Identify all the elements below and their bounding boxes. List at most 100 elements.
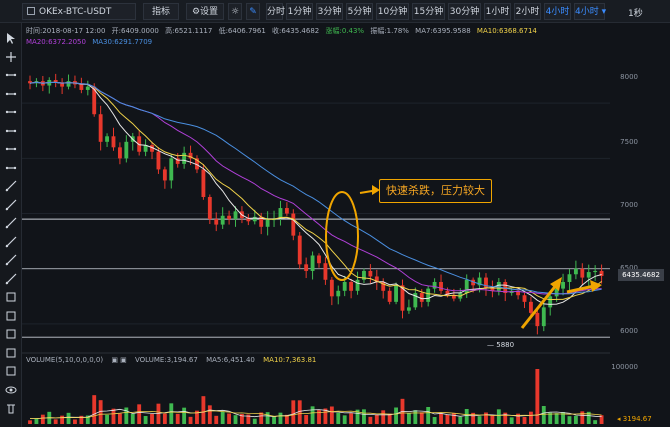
volume-bar [73,419,77,424]
candle-body [98,114,103,142]
volume-settings-icon[interactable]: ▣ ▣ [111,356,126,364]
candle-body [162,169,167,181]
ohlc-ma10: MA10:6368.6714 [476,27,537,35]
ohlc-time: 时间:2018-08-17 12:00 [26,27,106,35]
indicator-label: 指标 [151,7,170,17]
ohlc-low: 低:6406.7961 [218,27,266,35]
trash-icon[interactable] [4,401,18,415]
ohlc-change: 涨幅:0.43% [325,27,365,35]
indicator-button[interactable]: 指标 [143,3,179,20]
sun-icon: ☼ [230,7,240,17]
interval-3[interactable]: 5分钟 [346,3,373,20]
symbol-selector[interactable]: OKEx-BTC-USDT [22,3,136,20]
volume-bar [580,411,585,424]
volume-bar [28,420,32,424]
candle-body [182,152,187,164]
candle-body [349,281,354,291]
interval-7[interactable]: 1小时 [484,3,511,20]
volume-bar [252,418,257,424]
candle-body [105,136,109,142]
candle-body [439,281,443,291]
volume-bar [304,415,309,424]
parallel-channel-icon[interactable] [4,142,18,156]
candle-body [342,281,347,291]
interval-0[interactable]: 分时 [266,3,285,20]
candle-body [169,158,174,181]
ray-icon[interactable] [4,87,18,101]
gann-icon[interactable] [4,253,18,267]
ma30-line [29,81,602,295]
crosshair-icon[interactable] [4,50,18,64]
volume-bar [182,407,187,424]
ohlc-amplitude: 振幅:1.78% [370,27,409,35]
interval-4[interactable]: 10分钟 [376,3,409,20]
refresh-interval[interactable]: 1秒 [628,6,643,19]
candle-body [207,197,212,220]
volume-bar [34,418,39,424]
volume-bar [201,396,206,424]
volume-bar [522,417,527,424]
text-icon[interactable] [4,346,18,360]
pitchfork-icon[interactable] [4,235,18,249]
trend-line-icon[interactable] [4,179,18,193]
symbol-label: OKEx-BTC-USDT [39,7,112,17]
wave-icon[interactable] [4,272,18,286]
volume-ma10: MA10:7,363.81 [263,356,317,364]
candle-body [580,268,585,278]
price-chart[interactable] [22,46,610,427]
price-line-icon[interactable] [4,161,18,175]
volume-bar [233,415,238,424]
cursor-icon[interactable] [4,31,18,45]
volume-bar [207,405,212,424]
volume-bar [111,408,116,424]
volume-bar [143,416,148,424]
theme-toggle-button[interactable]: ☼ [228,3,242,20]
low-marker: — 5880 [487,341,515,349]
candle-body [541,307,546,327]
horizontal-line-icon[interactable] [4,105,18,119]
volume-indicator-label: VOLUME(5,10,0,0,0,0) [26,356,104,364]
settings-button[interactable]: ⚙设置 [186,3,224,20]
interval-5[interactable]: 15分钟 [412,3,445,20]
interval-8[interactable]: 2小时 [514,3,541,20]
ma20-value: MA20:6372.2050 [26,38,86,46]
ellipse-icon[interactable] [4,327,18,341]
interval-1[interactable]: 1分钟 [286,3,313,20]
eye-icon[interactable] [4,383,18,397]
drawing-toolbar [0,23,22,427]
vertical-line-icon[interactable] [4,124,18,138]
volume-bar [541,406,546,424]
candle-body [233,211,238,220]
volume-bar [419,412,424,424]
candle-body [336,290,341,297]
pattern-icon[interactable] [4,290,18,304]
magnet-icon[interactable] [4,364,18,378]
volume-bar [458,416,463,424]
volume-bar [124,407,129,424]
volume-bar [169,403,174,424]
interval-6[interactable]: 30分钟 [448,3,481,20]
draw-tool-button[interactable]: ✎ [246,3,260,20]
candle-body [567,274,572,282]
volume-bar [381,410,386,424]
interval-10[interactable]: 4小时 ▾ [574,3,606,20]
candle-body [66,81,71,87]
rectangle-icon[interactable] [4,309,18,323]
interval-9[interactable]: 4小时 [544,3,571,20]
volume-bar [291,400,296,424]
segment-icon[interactable] [4,68,18,82]
candle-body [284,208,289,214]
volume-bar [368,416,373,424]
fibonacci-icon[interactable] [4,216,18,230]
candle-body [368,270,373,277]
candle-body [85,86,90,90]
ohlc-info: 时间:2018-08-17 12:00 开:6409.0000 高:6521.1… [26,26,541,36]
volume-bar [349,413,354,424]
candle-body [111,136,116,148]
arrow-line-icon[interactable] [4,198,18,212]
volume-bar [329,406,334,424]
candle-body [426,288,431,302]
volume-bar [445,414,450,424]
interval-2[interactable]: 3分钟 [316,3,343,20]
candle-body [535,312,540,327]
